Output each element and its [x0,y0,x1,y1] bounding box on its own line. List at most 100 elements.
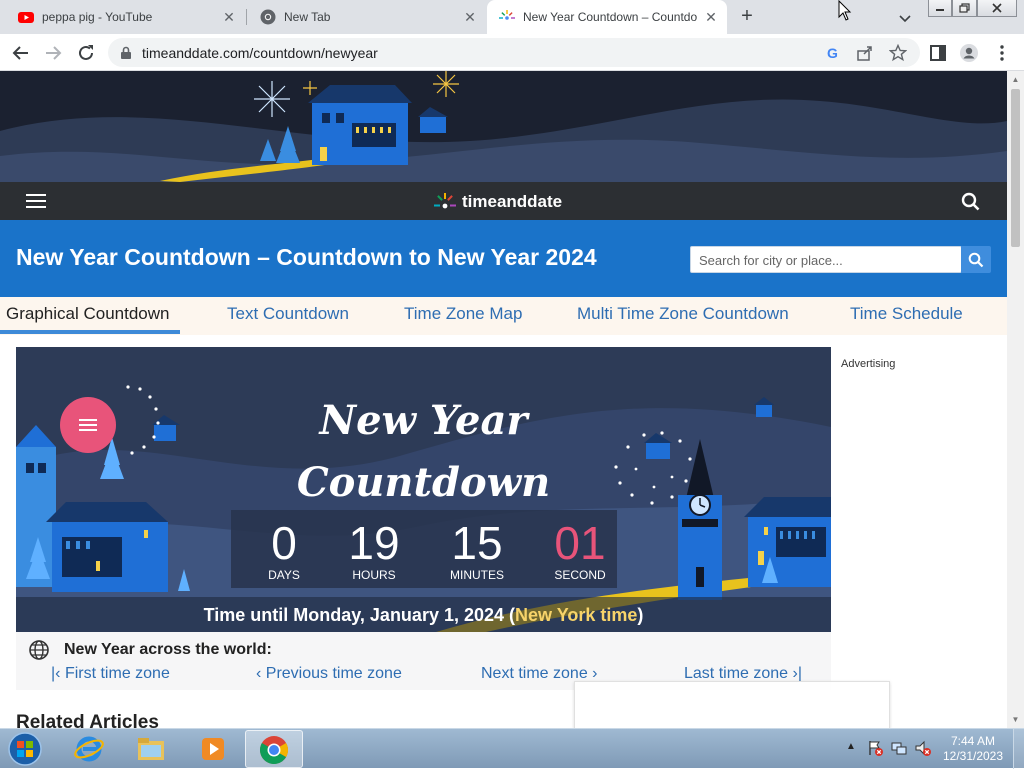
countdown-target-text: Time until Monday, January 1, 2024 (New … [16,597,831,632]
browser-toolbar: timeanddate.com/countdown/newyear G [0,34,1024,71]
tab-new-tab[interactable]: New Tab ✕ [246,0,486,34]
scrollbar-thumb[interactable] [1011,89,1020,247]
windows-taskbar: ▲ 7:44 AM 12/31/2023 [0,728,1024,769]
show-desktop-button[interactable] [1013,729,1024,769]
site-navbar: timeanddate [0,182,1007,220]
first-time-zone-link[interactable]: |‹ First time zone [51,665,170,683]
countdown-timer: 0 DAYS 19 HOURS 15 MINUTES 01 SECOND [231,510,617,588]
tab-text-countdown[interactable]: Text Countdown [227,304,349,324]
network-icon[interactable] [890,739,908,757]
countdown-title-line1: New Year [319,397,528,444]
clock-time: 7:44 AM [950,734,996,748]
days-label: DAYS [268,568,300,582]
close-tab-icon[interactable]: ✕ [703,9,719,25]
volume-muted-icon[interactable] [914,739,932,757]
folder-icon [138,738,164,760]
tab-search-chevron-icon[interactable] [896,9,914,27]
selected-tab-indicator [0,330,180,334]
search-icon [968,252,984,268]
internet-explorer-icon [74,736,104,762]
close-tab-icon[interactable]: ✕ [462,9,478,25]
tray-expand-icon[interactable]: ▲ [846,741,856,752]
chrome-menu-icon[interactable] [992,43,1012,63]
clock-date: 12/31/2023 [942,749,1004,763]
across-world-heading: New Year across the world: [64,641,272,658]
target-date: Time until Monday, January 1, 2024 ( [203,605,516,625]
tab-title: peppa pig - YouTube [42,10,153,24]
scroll-down-icon[interactable]: ▼ [1011,715,1020,724]
taskbar-chrome[interactable] [245,730,303,768]
city-search-input[interactable]: Search for city or place... [690,246,962,273]
system-clock[interactable]: 7:44 AM 12/31/2023 [940,734,1006,764]
back-icon[interactable] [10,42,32,64]
hours-value: 19 [348,517,400,569]
chrome-icon [260,736,288,764]
next-time-zone-label: Next time zone [481,665,588,682]
timeanddate-icon [499,10,515,20]
previous-time-zone-link[interactable]: ‹ Previous time zone [256,665,402,683]
page-header: New Year Countdown – Countdown to New Ye… [0,220,1007,297]
new-tab-button[interactable]: + [737,6,757,27]
media-player-icon [202,738,224,760]
target-suffix: ) [637,605,644,625]
url-text: timeanddate.com/countdown/newyear [142,45,378,61]
taskbar-internet-explorer[interactable] [60,730,118,768]
previous-time-zone-label: Previous time zone [265,665,402,682]
timeanddate-logo-icon [434,193,456,209]
address-bar[interactable]: timeanddate.com/countdown/newyear G [108,38,920,67]
days-value: 0 [271,517,297,569]
related-articles-heading: Related Articles [16,712,159,728]
browser-tab-strip: peppa pig - YouTube ✕ New Tab ✕ New Year… [0,0,1024,34]
tab-new-year-countdown[interactable]: New Year Countdown – Countdo ✕ [487,0,727,34]
page-scrollbar[interactable]: ▲ ▼ [1007,71,1024,728]
reload-icon[interactable] [75,42,97,64]
windows-start-icon[interactable] [6,731,44,767]
lock-icon[interactable] [120,46,132,60]
tab-time-zone-map[interactable]: Time Zone Map [404,304,522,324]
brand-name: timeanddate [462,192,563,211]
countdown-widget: New Year Countdown 0 DAYS 19 HOURS 15 MI… [16,347,831,632]
taskbar-file-explorer[interactable] [122,730,180,768]
chevron-right-icon: › [587,665,598,682]
hero-illustration [0,71,1007,182]
action-center-flag-icon[interactable] [866,739,884,757]
first-icon: |‹ [51,665,65,682]
side-panel-icon[interactable] [928,43,948,63]
scroll-up-icon[interactable]: ▲ [1011,75,1020,84]
tab-youtube[interactable]: peppa pig - YouTube ✕ [0,0,245,34]
target-location-link[interactable]: New York time [515,605,637,625]
last-icon: ›| [788,665,803,682]
search-icon[interactable] [961,192,980,211]
seconds-value: 01 [554,517,606,569]
mouse-cursor-icon [838,0,852,21]
close-window-button[interactable] [977,0,1017,17]
seconds-label: SECOND [554,568,606,582]
maximize-button[interactable] [952,0,977,17]
taskbar-media-player[interactable] [184,730,242,768]
minutes-label: MINUTES [450,568,504,582]
web-page: timeanddate New Year Countdown – Countdo… [0,71,1007,728]
minimize-button[interactable] [928,0,952,17]
profile-avatar-icon[interactable] [959,43,979,63]
svg-text:G: G [827,45,838,61]
bookmark-star-icon[interactable] [889,44,907,62]
city-search-button[interactable] [961,246,991,273]
hours-label: HOURS [352,568,396,582]
share-icon[interactable] [856,44,874,62]
firework-icon [254,81,290,117]
tab-multi-time-zone-countdown[interactable]: Multi Time Zone Countdown [577,304,789,324]
tab-graphical-countdown[interactable]: Graphical Countdown [6,304,169,324]
chevron-left-icon: ‹ [256,665,266,682]
first-time-zone-label: First time zone [64,665,170,682]
countdown-title-line2: Countdown [296,459,551,506]
tab-time-schedule[interactable]: Time Schedule [850,304,963,324]
tab-title: New Tab [284,10,331,24]
countdown-subnav: Graphical Countdown Text Countdown Time … [0,297,1007,335]
close-tab-icon[interactable]: ✕ [221,9,237,25]
forward-icon[interactable] [42,42,64,64]
site-logo[interactable]: timeanddate [434,192,562,212]
advertising-label: Advertising [841,358,896,370]
hamburger-menu-icon[interactable] [26,194,46,208]
last-time-zone-label: Last time zone [684,665,789,682]
google-icon[interactable]: G [824,44,842,62]
